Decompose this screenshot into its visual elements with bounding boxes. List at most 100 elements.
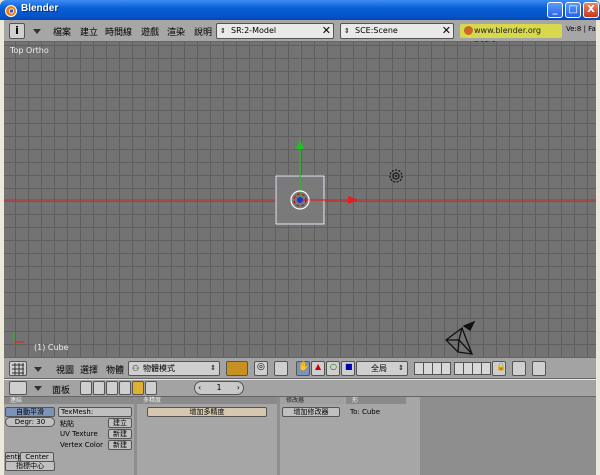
scene-selector[interactable]: ⇕ SCE:Scene ✕ [340, 23, 454, 39]
blender-logo-icon [5, 5, 17, 17]
buttons-header: 面板 ‹ 1 › [4, 380, 596, 397]
panels-menu[interactable]: 面板 [52, 383, 70, 396]
transform-y-arrow [296, 139, 304, 149]
pivot-button[interactable]: ◎ [254, 361, 268, 376]
screen-delete-icon[interactable]: ✕ [322, 24, 331, 38]
texmesh-field[interactable]: TexMesh: [58, 407, 132, 417]
shapes-panel-tab[interactable]: 形 [346, 397, 406, 404]
modifiers-panel-tab[interactable]: 修改器 [280, 397, 344, 404]
link-panel: 連結 自動平滑 Degr: 30 ente Center Ne 指標中心 Tex… [4, 397, 134, 475]
blender-url-icon [464, 26, 473, 35]
scale-manipulator[interactable]: ■ [341, 361, 355, 376]
window-title: Blender [21, 3, 59, 14]
view-type-button[interactable] [9, 361, 27, 376]
link-panel-tab[interactable]: 連結 [4, 397, 134, 404]
rotate-manipulator[interactable]: ○ [326, 361, 340, 376]
menu-object[interactable]: 物體 [106, 363, 124, 376]
lamp-center [395, 175, 397, 177]
frame-field[interactable]: ‹ 1 › [194, 381, 244, 395]
add-multires-button[interactable]: 增加多精度 [147, 407, 267, 417]
menu-timeline[interactable]: 時間線 [105, 25, 132, 38]
menu-select[interactable]: 選擇 [80, 363, 98, 376]
close-window-button[interactable]: X [583, 2, 599, 18]
collapse-menu-icon[interactable] [33, 29, 41, 34]
orientation-selector[interactable]: 全局 ⇕ [356, 361, 408, 376]
screen-browse-icon[interactable]: ⇕ [220, 24, 226, 38]
lock-layers-button[interactable]: 🔒 [492, 361, 506, 376]
frame-decrement-icon[interactable]: ‹ [198, 382, 201, 394]
object-origin [297, 197, 303, 203]
minimize-button[interactable]: _ [547, 2, 563, 18]
menu-game[interactable]: 遊戲 [141, 25, 159, 38]
multires-panel-tab[interactable]: 多精度 [137, 397, 277, 404]
auto-smooth-toggle[interactable]: 自動平滑 [5, 407, 55, 417]
scene-stats: Ve:8 | Fa [566, 25, 596, 33]
shading-context-button[interactable] [106, 381, 118, 395]
scene-name[interactable]: SCE:Scene [355, 24, 398, 38]
degr-field[interactable]: Degr: 30 [5, 417, 55, 427]
pivot-dropdown-button[interactable] [274, 361, 288, 376]
screen-selector[interactable]: ⇕ SR:2-Model ✕ [216, 23, 334, 39]
blender-url[interactable]: www.blender.org 248.1 [460, 24, 562, 49]
render-button[interactable] [532, 361, 546, 376]
editing-context-button[interactable] [132, 381, 144, 395]
sticky-label: 粘貼 [60, 420, 74, 428]
menu-render[interactable]: 渲染 [167, 25, 185, 38]
window-titlebar: Blender _ □ X [0, 0, 600, 20]
maximize-button[interactable]: □ [565, 2, 581, 18]
mode-dropdown-icon: ⇕ [210, 364, 216, 372]
frame-increment-icon[interactable]: › [237, 382, 240, 394]
multires-panel: 多精度 增加多精度 [137, 397, 277, 475]
translate-icon: ▲ [315, 362, 322, 371]
screen-name[interactable]: SR:2-Model [231, 24, 276, 38]
center-cursor-button[interactable]: 指標中心 [5, 461, 55, 471]
modifier-target-label: To: Cube [350, 408, 381, 416]
vertex-color-label: Vertex Color [60, 441, 104, 449]
info-header: i 檔案 建立 時間線 遊戲 渲染 說明 ⇕ SR:2-Model ✕ ⇕ SC… [4, 20, 596, 49]
manipulator-toggle[interactable]: ✋ [296, 361, 310, 376]
scene-delete-icon[interactable]: ✕ [442, 24, 451, 38]
sticky-make-button[interactable]: 建立 [108, 418, 132, 428]
viewport-overlay [4, 42, 596, 357]
translate-manipulator[interactable]: ▲ [311, 361, 325, 376]
3d-viewport[interactable]: Top Ortho (1) Cube [4, 42, 596, 357]
orientation-dropdown-icon: ⇕ [398, 364, 404, 372]
uv-texture-label: UV Texture [60, 430, 98, 438]
logic-context-button[interactable] [80, 381, 92, 395]
transform-x-arrow [348, 196, 359, 204]
mode-selector[interactable]: ⚇ 物體模式 ⇕ [128, 361, 220, 376]
scene-browse-icon[interactable]: ⇕ [344, 24, 350, 38]
grid-view-icon [12, 363, 24, 375]
buttons-editor-type[interactable] [9, 381, 27, 395]
buttons-window: 連結 自動平滑 Degr: 30 ente Center Ne 指標中心 Tex… [4, 397, 596, 475]
editor-type-button[interactable]: i [9, 23, 25, 39]
object-context-button[interactable] [119, 381, 131, 395]
vertex-color-new-button[interactable]: 新建 [108, 440, 132, 450]
menu-add[interactable]: 建立 [80, 25, 98, 38]
pivot-icon: ◎ [257, 362, 265, 372]
uv-texture-new-button[interactable]: 新建 [108, 429, 132, 439]
hand-icon: ✋ [298, 362, 310, 372]
active-object-label: (1) Cube [34, 343, 69, 352]
rotate-icon: ○ [330, 362, 337, 371]
camera-object [445, 320, 476, 355]
draw-type-button[interactable] [226, 361, 248, 376]
menu-file[interactable]: 檔案 [53, 25, 71, 38]
scale-icon: ■ [345, 362, 353, 371]
modifiers-panel: 修改器 形 增加修改器 To: Cube [280, 397, 420, 475]
menu-view[interactable]: 視圖 [56, 363, 74, 376]
object-mode-icon: ⚇ [132, 364, 140, 373]
orientation-label: 全局 [371, 364, 387, 373]
buttons-collapse-icon[interactable] [34, 386, 42, 391]
header-collapse-icon[interactable] [34, 367, 42, 372]
layer-8[interactable] [481, 362, 491, 375]
frame-value[interactable]: 1 [216, 383, 221, 392]
3d-view-header: 視圖 選擇 物體 ⚇ 物體模式 ⇕ ◎ ✋ ▲ ○ ■ 全局 ⇕ 🔒 [4, 357, 596, 379]
layer-4[interactable] [441, 362, 451, 375]
menu-help[interactable]: 說明 [194, 25, 212, 38]
scene-context-button[interactable] [145, 381, 157, 395]
mode-label: 物體模式 [143, 364, 175, 373]
script-context-button[interactable] [93, 381, 105, 395]
add-modifier-button[interactable]: 增加修改器 [282, 407, 340, 417]
render-preview-button[interactable] [512, 361, 526, 376]
